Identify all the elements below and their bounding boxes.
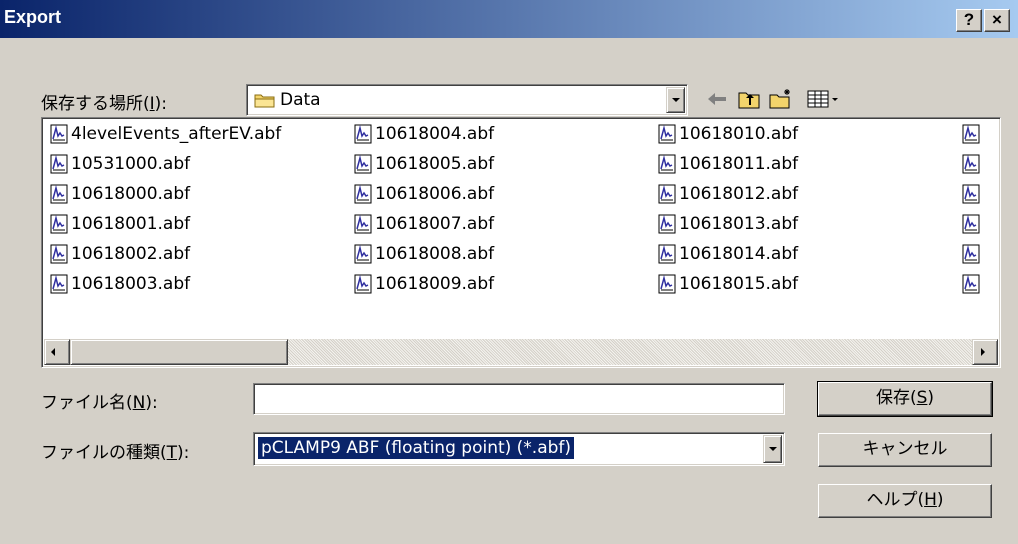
file-item-partial[interactable]	[962, 244, 983, 264]
abf-file-icon	[962, 214, 980, 234]
abf-file-icon	[658, 154, 676, 174]
file-name: 10618004.abf	[375, 124, 495, 144]
file-item[interactable]: 10618010.abf	[658, 124, 798, 144]
abf-file-icon	[354, 154, 372, 174]
abf-file-icon	[50, 274, 68, 294]
abf-file-icon	[354, 214, 372, 234]
scroll-left-button[interactable]	[44, 339, 70, 365]
filename-input[interactable]	[253, 383, 785, 415]
file-name: 10618012.abf	[679, 184, 799, 204]
cancel-button[interactable]: キャンセル	[818, 433, 992, 467]
back-arrow-icon[interactable]	[704, 87, 730, 111]
file-item[interactable]: 10618002.abf	[50, 244, 190, 264]
filetype-value: pCLAMP9 ABF (floating point) (*.abf)	[256, 436, 576, 460]
filename-label: ファイル名(N):	[41, 393, 158, 413]
file-name: 10618007.abf	[375, 214, 495, 234]
file-item[interactable]: 10618004.abf	[354, 124, 494, 144]
file-name: 10618013.abf	[679, 214, 799, 234]
location-combo[interactable]: Data	[246, 84, 688, 116]
abf-file-icon	[658, 274, 676, 294]
abf-file-icon	[962, 154, 980, 174]
file-name: 10618008.abf	[375, 244, 495, 264]
abf-file-icon	[354, 274, 372, 294]
abf-file-icon	[354, 244, 372, 264]
file-item-partial[interactable]	[962, 124, 983, 144]
file-item[interactable]: 10618000.abf	[50, 184, 190, 204]
abf-file-icon	[658, 124, 676, 144]
window-title: Export	[4, 7, 62, 27]
horizontal-scrollbar[interactable]	[44, 339, 998, 365]
help-button[interactable]: ヘルプ(H)	[818, 484, 992, 518]
abf-file-icon	[658, 184, 676, 204]
abf-file-icon	[962, 124, 980, 144]
file-name: 10618009.abf	[375, 274, 495, 294]
file-name: 10531000.abf	[71, 154, 191, 174]
file-item[interactable]: 10531000.abf	[50, 154, 190, 174]
up-folder-icon[interactable]	[736, 87, 762, 111]
title-bar: Export ? ×	[0, 0, 1018, 38]
save-button[interactable]: 保存(S)	[817, 381, 993, 417]
file-item-partial[interactable]	[962, 214, 983, 234]
file-item[interactable]: 10618013.abf	[658, 214, 798, 234]
file-item[interactable]: 10618003.abf	[50, 274, 190, 294]
file-name: 10618015.abf	[679, 274, 799, 294]
help-title-button[interactable]: ?	[956, 9, 982, 32]
filetype-dropdown-button[interactable]	[763, 435, 782, 463]
file-item[interactable]: 4levelEvents_afterEV.abf	[50, 124, 281, 144]
file-name: 10618001.abf	[71, 214, 191, 234]
file-item-partial[interactable]	[962, 154, 983, 174]
file-item[interactable]: 10618014.abf	[658, 244, 798, 264]
filetype-label: ファイルの種類(T):	[41, 443, 190, 463]
file-item[interactable]: 10618012.abf	[658, 184, 798, 204]
file-item[interactable]: 10618015.abf	[658, 274, 798, 294]
abf-file-icon	[658, 244, 676, 264]
location-label: 保存する場所(I):	[41, 94, 168, 114]
abf-file-icon	[962, 274, 980, 294]
scroll-thumb[interactable]	[70, 339, 288, 365]
file-name: 4levelEvents_afterEV.abf	[71, 124, 282, 144]
filetype-combo[interactable]: pCLAMP9 ABF (floating point) (*.abf)	[253, 432, 785, 466]
abf-file-icon	[354, 184, 372, 204]
file-item-partial[interactable]	[962, 274, 983, 294]
abf-file-icon	[962, 244, 980, 264]
new-folder-icon[interactable]	[768, 87, 794, 111]
file-item[interactable]: 10618007.abf	[354, 214, 494, 234]
abf-file-icon	[50, 244, 68, 264]
file-item[interactable]: 10618011.abf	[658, 154, 798, 174]
file-name: 10618006.abf	[375, 184, 495, 204]
location-dropdown-button[interactable]	[666, 87, 685, 113]
close-button[interactable]: ×	[984, 9, 1010, 32]
file-item[interactable]: 10618005.abf	[354, 154, 494, 174]
file-item[interactable]: 10618008.abf	[354, 244, 494, 264]
abf-file-icon	[50, 184, 68, 204]
view-menu-icon[interactable]	[806, 87, 840, 111]
file-item[interactable]: 10618006.abf	[354, 184, 494, 204]
file-name: 10618003.abf	[71, 274, 191, 294]
abf-file-icon	[50, 154, 68, 174]
file-list[interactable]: 4levelEvents_afterEV.abf 10531000.abf 1061…	[41, 117, 1001, 368]
file-item[interactable]: 10618009.abf	[354, 274, 494, 294]
scroll-right-button[interactable]	[972, 339, 998, 365]
abf-file-icon	[658, 214, 676, 234]
file-name: 10618011.abf	[679, 154, 799, 174]
file-name: 10618010.abf	[679, 124, 799, 144]
folder-icon	[254, 94, 275, 108]
abf-file-icon	[50, 124, 68, 144]
file-name: 10618002.abf	[71, 244, 191, 264]
file-item-partial[interactable]	[962, 184, 983, 204]
abf-file-icon	[50, 214, 68, 234]
abf-file-icon	[354, 124, 372, 144]
file-name: 10618005.abf	[375, 154, 495, 174]
file-name: 10618000.abf	[71, 184, 191, 204]
file-item[interactable]: 10618001.abf	[50, 214, 190, 234]
abf-file-icon	[962, 184, 980, 204]
location-value: Data	[280, 90, 321, 110]
file-name: 10618014.abf	[679, 244, 799, 264]
